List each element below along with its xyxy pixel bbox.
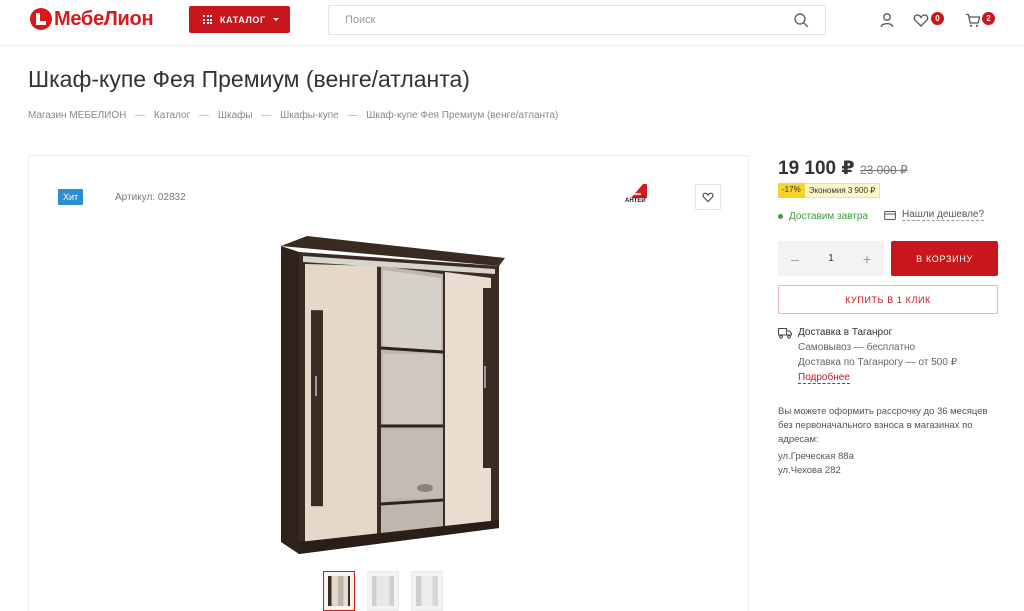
quantity-increase-button[interactable]: + bbox=[850, 241, 884, 276]
delivery-title: Доставка в Таганрог bbox=[798, 327, 893, 338]
favorites-count-badge: 0 bbox=[931, 12, 944, 25]
catalog-button[interactable]: КАТАЛОГ bbox=[189, 6, 290, 33]
user-icon[interactable] bbox=[879, 12, 895, 28]
site-header: МебеЛион КАТАЛОГ 0 2 bbox=[0, 0, 1024, 46]
installment-info: Вы можете оформить рассрочку до 36 месяц… bbox=[778, 406, 988, 445]
catalog-label: КАТАЛОГ bbox=[220, 14, 266, 25]
brand-logo[interactable]: АНТЕЙ bbox=[621, 182, 651, 208]
logo-text: МебеЛион bbox=[54, 7, 154, 30]
thumbnail-strip bbox=[323, 571, 443, 611]
add-to-cart-button[interactable]: В КОРЗИНУ bbox=[891, 241, 998, 276]
discount-percent: -17% bbox=[778, 183, 805, 198]
cart-count-badge: 2 bbox=[982, 12, 995, 25]
store-address: ул.Греческая 88а bbox=[778, 451, 854, 462]
product-gallery: Хит Артикул: 02832 АНТЕЙ bbox=[28, 155, 749, 611]
pickup-info: Самовывоз — бесплатно bbox=[798, 342, 916, 353]
search-icon[interactable] bbox=[793, 12, 809, 28]
quantity-input[interactable] bbox=[812, 253, 850, 264]
breadcrumb-separator: — bbox=[199, 110, 210, 121]
breadcrumb-separator: — bbox=[135, 110, 146, 121]
add-to-favorites-button[interactable] bbox=[695, 184, 721, 210]
quantity-decrease-button[interactable]: – bbox=[778, 241, 812, 276]
store-address: ул.Чехова 282 bbox=[778, 465, 841, 476]
caret-down-icon bbox=[272, 18, 279, 21]
breadcrumb-item[interactable]: Каталог bbox=[154, 110, 190, 121]
found-cheaper-label: Нашли дешевле? bbox=[902, 209, 985, 221]
search-box bbox=[328, 5, 826, 35]
breadcrumb-item[interactable]: Шкафы-купе bbox=[280, 110, 339, 121]
brand-name: АНТЕЙ bbox=[625, 198, 646, 204]
hit-badge: Хит bbox=[58, 189, 84, 205]
wallet-icon bbox=[884, 211, 896, 220]
breadcrumb: Магазин МЕБЕЛИОН — Каталог — Шкафы — Шка… bbox=[28, 110, 558, 121]
grid-icon bbox=[203, 15, 212, 24]
discount-savings: Экономия 3 900 ₽ bbox=[804, 183, 881, 198]
thumbnail-3[interactable] bbox=[411, 571, 443, 611]
buy-one-click-button[interactable]: КУПИТЬ В 1 КЛИК bbox=[778, 285, 998, 314]
logo-mark-icon bbox=[30, 8, 52, 30]
delivery-tomorrow-label: Доставим завтра bbox=[789, 211, 868, 222]
search-input[interactable] bbox=[329, 6, 793, 34]
breadcrumb-item[interactable]: Магазин МЕБЕЛИОН bbox=[28, 110, 126, 121]
found-cheaper-link[interactable]: Нашли дешевле? bbox=[884, 209, 985, 221]
delivery-tomorrow: Доставим завтра bbox=[778, 211, 868, 222]
status-dot-icon bbox=[778, 214, 783, 219]
heart-icon bbox=[702, 192, 714, 203]
breadcrumb-current: Шкаф-купе Фея Премиум (венге/атланта) bbox=[366, 110, 559, 121]
product-image[interactable] bbox=[277, 236, 507, 556]
breadcrumb-separator: — bbox=[261, 110, 272, 121]
product-sku: Артикул: 02832 bbox=[115, 192, 186, 203]
delivery-city-info: Доставка по Таганрогу — от 500 ₽ bbox=[798, 357, 958, 368]
thumbnail-2[interactable] bbox=[367, 571, 399, 611]
breadcrumb-item[interactable]: Шкафы bbox=[218, 110, 253, 121]
quantity-stepper: – + bbox=[778, 241, 884, 276]
thumbnail-1[interactable] bbox=[323, 571, 355, 611]
site-logo[interactable]: МебеЛион bbox=[30, 7, 154, 31]
page-title: Шкаф-купе Фея Премиум (венге/атланта) bbox=[28, 66, 470, 92]
old-price: 23 000 ₽ bbox=[860, 163, 908, 177]
truck-icon bbox=[778, 328, 792, 339]
more-details-link[interactable]: Подробнее bbox=[798, 372, 850, 384]
breadcrumb-separator: — bbox=[347, 110, 358, 121]
discount-badge: -17% Экономия 3 900 ₽ bbox=[778, 183, 881, 198]
product-price: 19 100 ₽ bbox=[778, 158, 855, 179]
cart-icon[interactable] bbox=[965, 12, 981, 28]
heart-icon[interactable] bbox=[913, 12, 929, 28]
